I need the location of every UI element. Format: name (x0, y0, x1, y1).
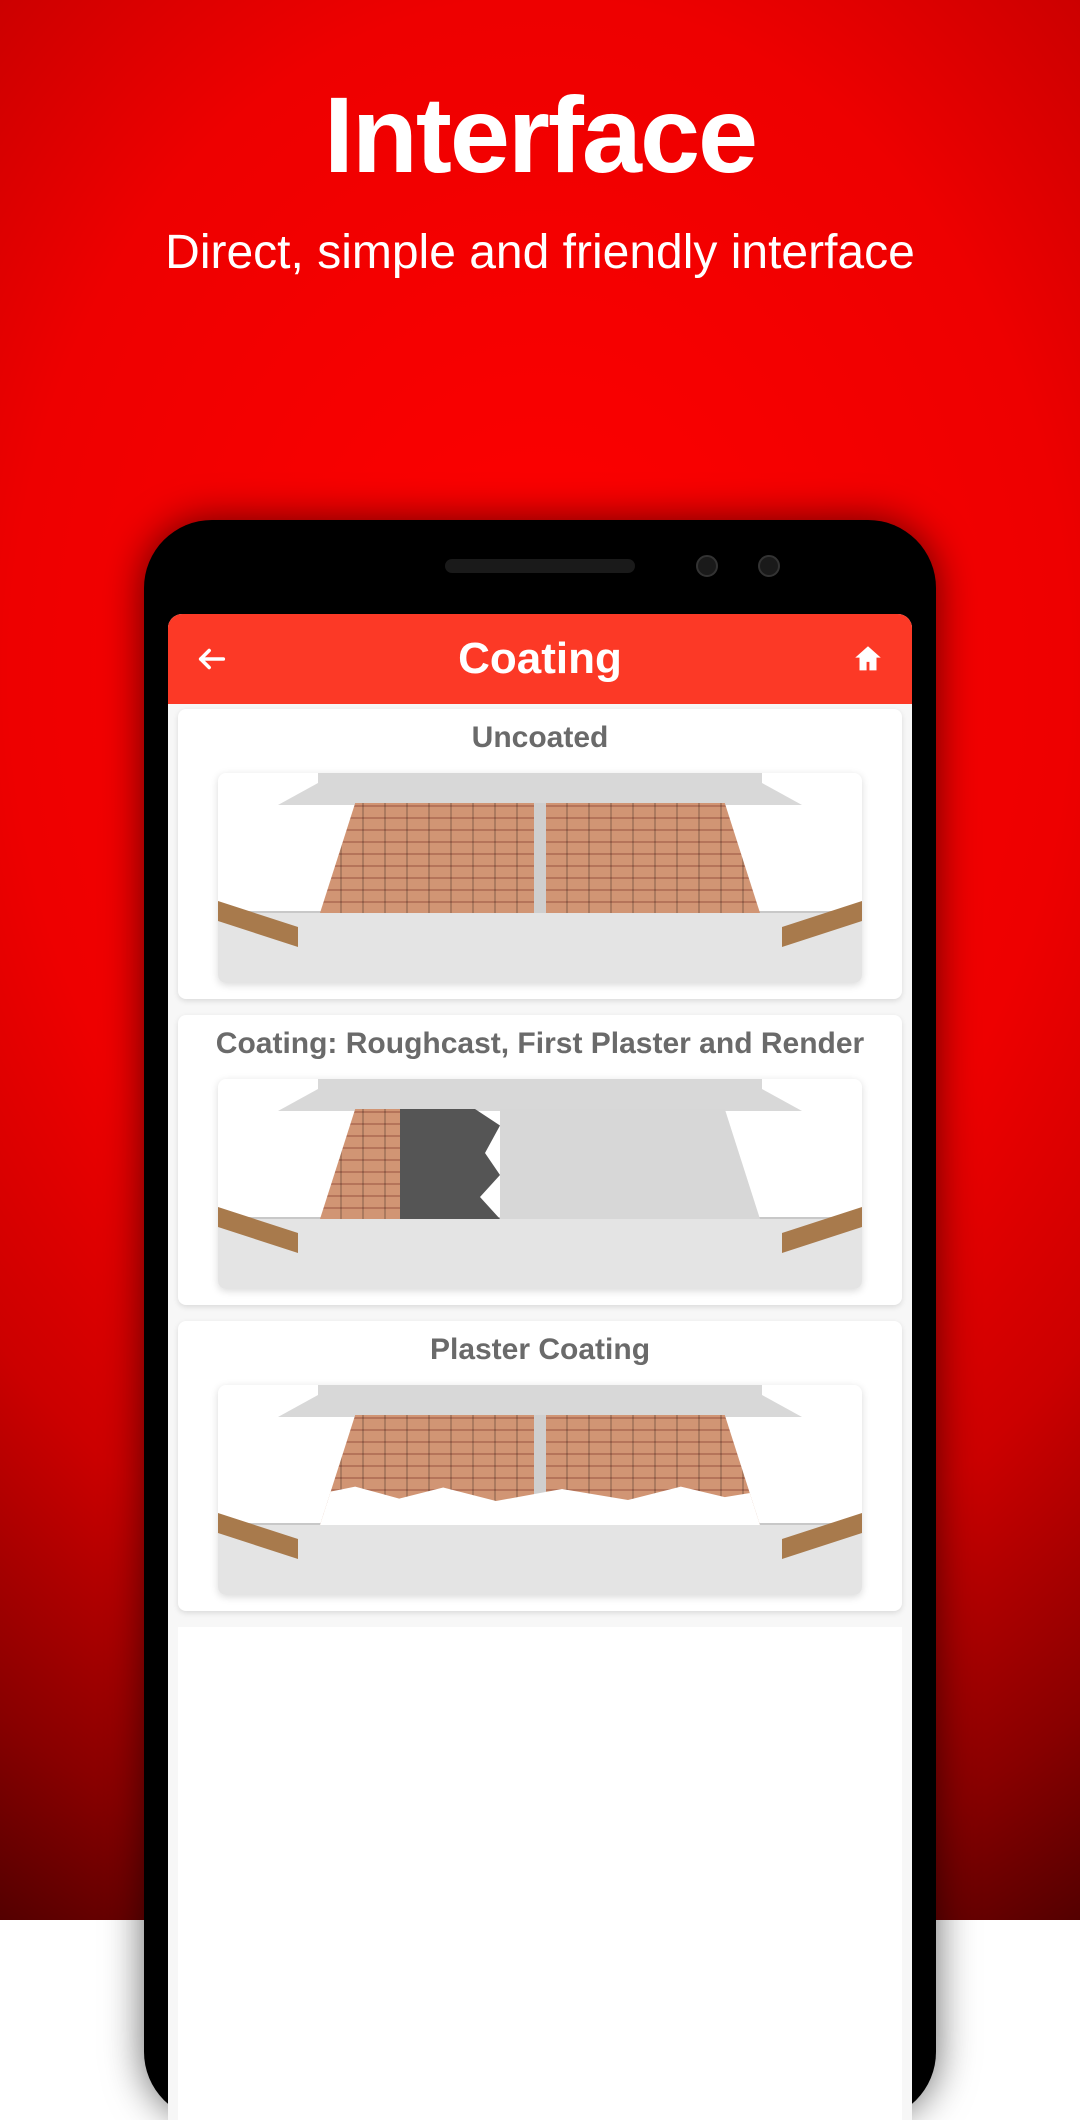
phone-frame: Coating Uncoated (144, 520, 936, 2120)
phone-speaker (445, 559, 635, 573)
home-button[interactable] (848, 639, 888, 679)
card-title: Uncoated (178, 709, 902, 763)
app-bar-title: Coating (458, 634, 622, 684)
phone-cameras (696, 555, 780, 577)
content-scroll[interactable]: Uncoated Coating: Roughcast, First Plast… (168, 704, 912, 2120)
app-bar: Coating (168, 614, 912, 704)
card-illustration (218, 773, 862, 983)
camera-dot (696, 555, 718, 577)
phone-screen: Coating Uncoated (168, 614, 912, 2120)
home-icon (851, 642, 885, 676)
card-illustration (218, 1079, 862, 1289)
back-button[interactable] (192, 639, 232, 679)
coating-card-uncoated[interactable]: Uncoated (178, 709, 902, 999)
camera-dot (758, 555, 780, 577)
card-illustration (218, 1385, 862, 1595)
arrow-left-icon (195, 642, 229, 676)
card-title: Plaster Coating (178, 1321, 902, 1375)
card-title: Coating: Roughcast, First Plaster and Re… (178, 1015, 902, 1069)
page-subtitle: Direct, simple and friendly interface (0, 197, 1080, 280)
content-whitespace (178, 1627, 902, 2120)
page-title: Interface (0, 0, 1080, 197)
phone-notch (370, 552, 710, 580)
coating-card-plaster[interactable]: Plaster Coating (178, 1321, 902, 1611)
coating-card-roughcast[interactable]: Coating: Roughcast, First Plaster and Re… (178, 1015, 902, 1305)
